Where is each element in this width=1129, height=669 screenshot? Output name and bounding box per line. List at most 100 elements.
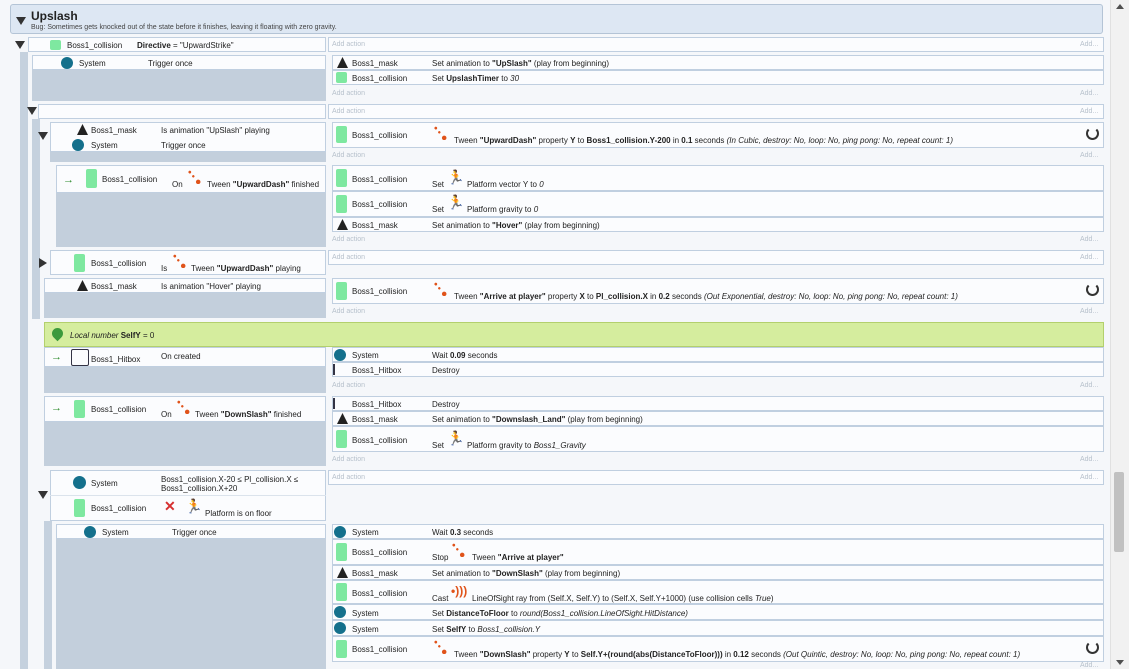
actions-block[interactable] — [328, 37, 1104, 52]
object-name[interactable]: Boss1_collision — [352, 175, 407, 184]
condition-text[interactable]: Trigger once — [161, 141, 206, 150]
add-action-link[interactable]: Add action — [332, 108, 365, 115]
object-name[interactable]: Boss1_mask — [91, 282, 137, 291]
condition-text[interactable]: Trigger once — [148, 59, 193, 68]
add-action-link[interactable]: Add action — [332, 474, 365, 481]
scroll-up-arrow[interactable] — [1116, 4, 1124, 9]
add-action-short[interactable]: Add... — [1080, 41, 1098, 48]
collapse-icon[interactable] — [38, 491, 48, 499]
action-text[interactable]: LineOfSight ray from (Self.X, Self.Y) to… — [472, 594, 774, 603]
add-action-short[interactable]: Add... — [1080, 108, 1098, 115]
object-name[interactable]: System — [79, 59, 106, 68]
action-text[interactable]: Wait 0.3 seconds — [432, 528, 493, 537]
action-text[interactable]: Set DistanceToFloor to round(Boss1_colli… — [432, 609, 688, 618]
actions-block[interactable] — [328, 250, 1104, 265]
action-text[interactable]: Platform gravity to Boss1_Gravity — [467, 441, 586, 450]
action-text[interactable]: Set animation to "UpSlash" (play from be… — [432, 59, 609, 68]
collapse-icon[interactable] — [15, 41, 25, 49]
condition-text[interactable]: Tween "UpwardDash" finished — [207, 180, 319, 189]
object-name[interactable]: Boss1_collision — [91, 259, 146, 268]
add-action-link[interactable]: Add action — [332, 456, 365, 463]
object-name[interactable]: Boss1_mask — [352, 569, 398, 578]
object-name[interactable]: Boss1_collision — [91, 405, 146, 414]
scrollbar-thumb[interactable] — [1114, 472, 1124, 552]
object-name[interactable]: Boss1_collision — [352, 131, 407, 140]
condition-text[interactable]: Is animation "Hover" playing — [161, 282, 261, 291]
add-action-link[interactable]: Add action — [332, 90, 365, 97]
add-action-short[interactable]: Add... — [1080, 456, 1098, 463]
object-name[interactable]: Boss1_collision — [352, 74, 407, 83]
object-name[interactable]: Boss1_collision — [352, 436, 407, 445]
action-text[interactable]: Tween "Arrive at player" property X to P… — [454, 292, 958, 301]
add-action-short[interactable]: Add... — [1080, 236, 1098, 243]
object-name[interactable]: Boss1_mask — [352, 59, 398, 68]
add-action-link[interactable]: Add action — [332, 41, 365, 48]
refresh-icon[interactable] — [1086, 283, 1099, 296]
object-name[interactable]: Boss1_collision — [352, 287, 407, 296]
object-name[interactable]: Boss1_collision — [352, 200, 407, 209]
object-name[interactable]: System — [352, 528, 379, 537]
action-text[interactable]: Destroy — [432, 366, 460, 375]
collapse-icon[interactable] — [27, 107, 37, 115]
local-variable-row[interactable] — [44, 322, 1104, 347]
action-text[interactable]: Tween "UpwardDash" property Y to Boss1_c… — [454, 136, 953, 145]
condition-text[interactable]: Is animation "UpSlash" playing — [161, 126, 270, 135]
action-text[interactable]: Tween "Arrive at player" — [472, 553, 564, 562]
local-variable-text[interactable]: Local number SelfY = 0 — [70, 331, 154, 340]
action-text[interactable]: Platform vector Y to 0 — [467, 180, 544, 189]
object-name[interactable]: System — [352, 625, 379, 634]
add-action-link[interactable]: Add action — [332, 152, 365, 159]
object-name[interactable]: Boss1_Hitbox — [352, 400, 401, 409]
scroll-down-arrow[interactable] — [1116, 660, 1124, 665]
add-action-link[interactable]: Add action — [332, 382, 365, 389]
action-text[interactable]: Set UpslashTimer to 30 — [432, 74, 519, 83]
refresh-icon[interactable] — [1086, 127, 1099, 140]
object-name[interactable]: System — [91, 141, 118, 150]
condition-text[interactable]: Boss1_collision.X-20 ≤ Pl_collision.X ≤ — [161, 475, 298, 484]
collapse-icon[interactable] — [16, 17, 26, 25]
action-text[interactable]: Set animation to "Hover" (play from begi… — [432, 221, 600, 230]
condition-text[interactable]: Tween "UpwardDash" playing — [191, 264, 301, 273]
object-name[interactable]: Boss1_mask — [352, 221, 398, 230]
action-text[interactable]: Tween "DownSlash" property Y to Self.Y+(… — [454, 650, 1020, 659]
add-action-short[interactable]: Add... — [1080, 152, 1098, 159]
add-action-short[interactable]: Add... — [1080, 254, 1098, 261]
add-action-short[interactable]: Add... — [1080, 474, 1098, 481]
object-name[interactable]: Boss1_collision — [352, 645, 407, 654]
object-name[interactable]: Boss1_collision — [352, 589, 407, 598]
refresh-icon[interactable] — [1086, 641, 1099, 654]
event-condition-block[interactable] — [38, 104, 326, 119]
object-name[interactable]: System — [91, 479, 118, 488]
object-name[interactable]: Boss1_mask — [352, 415, 398, 424]
condition-text[interactable]: Directive = "UpwardStrike" — [137, 41, 234, 50]
add-action-link[interactable]: Add action — [332, 254, 365, 261]
object-name[interactable]: Boss1_collision — [67, 41, 122, 50]
object-name[interactable]: Boss1_collision — [352, 548, 407, 557]
group-header[interactable]: Upslash Bug: Sometimes gets knocked out … — [10, 4, 1103, 34]
condition-text[interactable]: Platform is on floor — [205, 509, 272, 518]
object-name[interactable]: Boss1_mask — [91, 126, 137, 135]
object-name[interactable]: Boss1_collision — [91, 504, 146, 513]
action-text[interactable]: Set SelfY to Boss1_collision.Y — [432, 625, 540, 634]
add-action-link[interactable]: Add action — [332, 236, 365, 243]
object-name[interactable]: Boss1_Hitbox — [352, 366, 401, 375]
condition-text[interactable]: Trigger once — [172, 528, 217, 537]
add-action-link[interactable]: Add action — [332, 308, 365, 315]
action-text[interactable]: Destroy — [432, 400, 460, 409]
add-action-short[interactable]: Add... — [1080, 308, 1098, 315]
object-name[interactable]: Boss1_collision — [102, 175, 157, 184]
condition-text[interactable]: Tween "DownSlash" finished — [195, 410, 301, 419]
collapse-icon[interactable] — [38, 132, 48, 140]
add-action-short[interactable]: Add... — [1080, 382, 1098, 389]
action-text[interactable]: Platform gravity to 0 — [467, 205, 538, 214]
condition-text[interactable]: On created — [161, 352, 201, 361]
actions-block[interactable] — [328, 104, 1104, 119]
add-action-short[interactable]: Add... — [1080, 90, 1098, 97]
object-name[interactable]: System — [102, 528, 129, 537]
action-text[interactable]: Set animation to "Downslash_Land" (play … — [432, 415, 643, 424]
expand-icon[interactable] — [39, 258, 47, 268]
vertical-scrollbar[interactable] — [1110, 0, 1129, 669]
add-action-short[interactable]: Add... — [1080, 662, 1098, 669]
actions-block[interactable] — [328, 470, 1104, 485]
object-name[interactable]: System — [352, 351, 379, 360]
